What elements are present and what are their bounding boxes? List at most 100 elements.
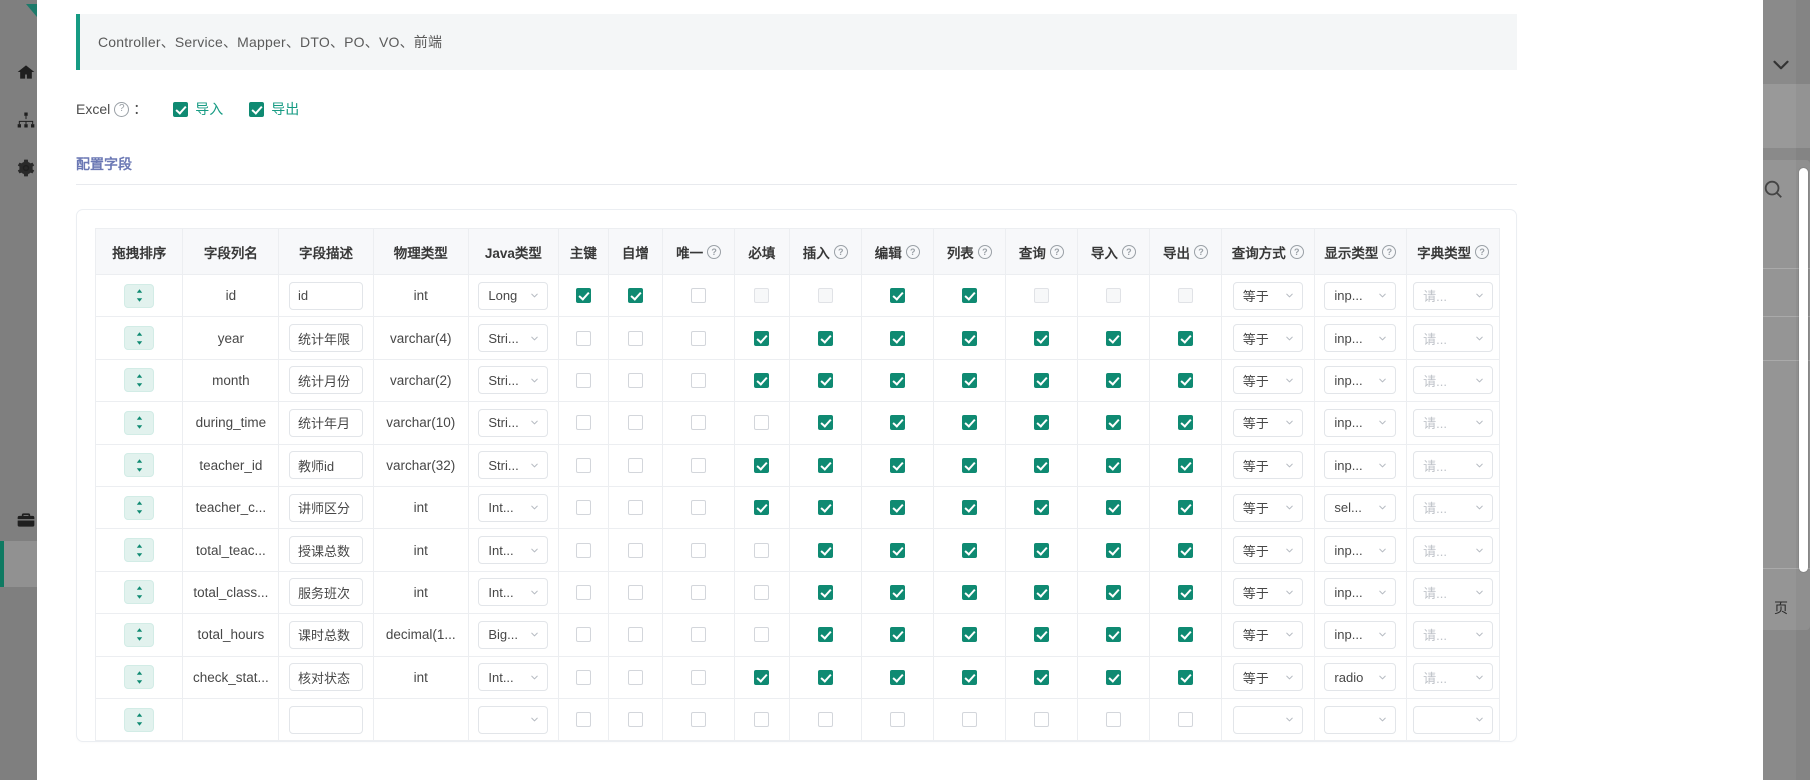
query-type-select[interactable]: 等于 xyxy=(1232,536,1303,565)
checkbox-pk[interactable] xyxy=(575,415,591,431)
java-type-select[interactable]: Stri... xyxy=(478,451,549,480)
checkbox-pk[interactable] xyxy=(575,500,591,516)
checkbox-auto_inc[interactable] xyxy=(627,372,643,388)
checkbox-list[interactable] xyxy=(961,669,977,685)
checkbox-edit[interactable] xyxy=(889,584,905,600)
drag-sort-handle[interactable] xyxy=(124,622,155,647)
help-icon[interactable]: ? xyxy=(1475,244,1490,259)
java-type-select[interactable]: Int... xyxy=(478,493,549,522)
search-icon[interactable] xyxy=(1762,178,1784,200)
checkbox-import[interactable] xyxy=(1105,627,1121,643)
home-icon[interactable] xyxy=(16,62,36,82)
java-type-select[interactable]: Int... xyxy=(478,663,549,692)
checkbox-required[interactable] xyxy=(754,669,770,685)
query-type-select[interactable]: 等于 xyxy=(1232,324,1303,353)
checkbox-query[interactable] xyxy=(1033,457,1049,473)
checkbox-list[interactable] xyxy=(961,627,977,643)
checkbox-insert[interactable] xyxy=(817,288,833,304)
checkbox-auto_inc[interactable] xyxy=(627,415,643,431)
checkbox-unique[interactable] xyxy=(691,330,707,346)
checkbox-import[interactable] xyxy=(1105,415,1121,431)
checkbox-export[interactable] xyxy=(1177,542,1193,558)
checkbox-import[interactable] xyxy=(1105,372,1121,388)
query-type-select[interactable]: 等于 xyxy=(1232,281,1303,310)
help-icon[interactable]: ? xyxy=(1121,244,1136,259)
checkbox-auto_inc[interactable] xyxy=(627,288,643,304)
help-icon[interactable]: ? xyxy=(905,244,920,259)
query-type-select[interactable]: 等于 xyxy=(1232,493,1303,522)
checkbox-query[interactable] xyxy=(1033,500,1049,516)
sitemap-icon[interactable] xyxy=(16,110,36,130)
checkbox-export[interactable] xyxy=(1177,669,1193,685)
checkbox-export[interactable] xyxy=(1177,500,1193,516)
help-icon[interactable]: ? xyxy=(707,244,722,259)
query-type-select[interactable]: 等于 xyxy=(1232,663,1303,692)
java-type-select[interactable]: Stri... xyxy=(478,408,549,437)
dict-type-select[interactable]: 请... xyxy=(1413,536,1494,565)
java-type-select[interactable] xyxy=(478,705,549,734)
checkbox-insert[interactable] xyxy=(817,542,833,558)
help-icon[interactable]: ? xyxy=(1193,244,1208,259)
checkbox-import[interactable] xyxy=(1105,669,1121,685)
show-type-select[interactable]: inp... xyxy=(1324,324,1397,353)
checkbox-export[interactable] xyxy=(1177,627,1193,643)
drag-sort-handle[interactable] xyxy=(124,580,155,605)
excel-import-option[interactable]: 导入 xyxy=(173,99,223,119)
checkbox-required[interactable] xyxy=(754,627,770,643)
checkbox-unique[interactable] xyxy=(691,712,707,728)
java-type-select[interactable]: Big... xyxy=(478,620,549,649)
checkbox-query[interactable] xyxy=(1033,584,1049,600)
gear-icon[interactable] xyxy=(16,158,36,178)
checkbox-query[interactable] xyxy=(1033,372,1049,388)
show-type-select[interactable]: sel... xyxy=(1324,493,1397,522)
checkbox-list[interactable] xyxy=(961,542,977,558)
checkbox-required[interactable] xyxy=(754,415,770,431)
checkbox-edit[interactable] xyxy=(889,372,905,388)
dict-type-select[interactable]: 请... xyxy=(1413,281,1494,310)
checkbox-unique[interactable] xyxy=(691,542,707,558)
checkbox-insert[interactable] xyxy=(817,712,833,728)
checkbox-unique[interactable] xyxy=(691,415,707,431)
checkbox-auto_inc[interactable] xyxy=(627,669,643,685)
checkbox-edit[interactable] xyxy=(889,500,905,516)
checkbox-pk[interactable] xyxy=(575,712,591,728)
checkbox-auto_inc[interactable] xyxy=(627,627,643,643)
dict-type-select[interactable]: 请... xyxy=(1413,366,1494,395)
checkbox-required[interactable] xyxy=(754,584,770,600)
field-description-input[interactable]: 教师id xyxy=(289,451,364,480)
show-type-select[interactable]: inp... xyxy=(1324,408,1397,437)
checkbox-unique[interactable] xyxy=(691,627,707,643)
checkbox-list[interactable] xyxy=(961,288,977,304)
checkbox-unique[interactable] xyxy=(691,288,707,304)
checkbox-auto_inc[interactable] xyxy=(627,584,643,600)
checkbox-list[interactable] xyxy=(961,500,977,516)
checkbox-export[interactable] xyxy=(1177,330,1193,346)
checkbox-pk[interactable] xyxy=(575,372,591,388)
show-type-select[interactable]: radio xyxy=(1324,663,1397,692)
help-icon[interactable]: ? xyxy=(833,244,848,259)
help-icon[interactable]: ? xyxy=(1049,244,1064,259)
show-type-select[interactable]: inp... xyxy=(1324,451,1397,480)
checkbox-unique[interactable] xyxy=(691,372,707,388)
checkbox-edit[interactable] xyxy=(889,288,905,304)
field-description-input[interactable]: 授课总数 xyxy=(289,536,364,565)
checkbox-import[interactable] xyxy=(1105,542,1121,558)
checkbox-unique[interactable] xyxy=(691,500,707,516)
checkbox-import[interactable] xyxy=(1105,457,1121,473)
checkbox-edit[interactable] xyxy=(889,669,905,685)
checkbox-unique[interactable] xyxy=(691,584,707,600)
checkbox-list[interactable] xyxy=(961,457,977,473)
checkbox-pk[interactable] xyxy=(575,542,591,558)
checkbox-pk[interactable] xyxy=(575,457,591,473)
dict-type-select[interactable]: 请... xyxy=(1413,620,1494,649)
checkbox-edit[interactable] xyxy=(889,330,905,346)
field-description-input[interactable] xyxy=(289,705,364,734)
checkbox-auto_inc[interactable] xyxy=(627,330,643,346)
show-type-select[interactable]: inp... xyxy=(1324,366,1397,395)
help-icon[interactable]: ? xyxy=(114,101,130,117)
drag-sort-handle[interactable] xyxy=(124,410,155,435)
query-type-select[interactable]: 等于 xyxy=(1232,578,1303,607)
checkbox-export[interactable] xyxy=(1177,712,1193,728)
checkbox-list[interactable] xyxy=(961,330,977,346)
dict-type-select[interactable] xyxy=(1413,705,1494,734)
